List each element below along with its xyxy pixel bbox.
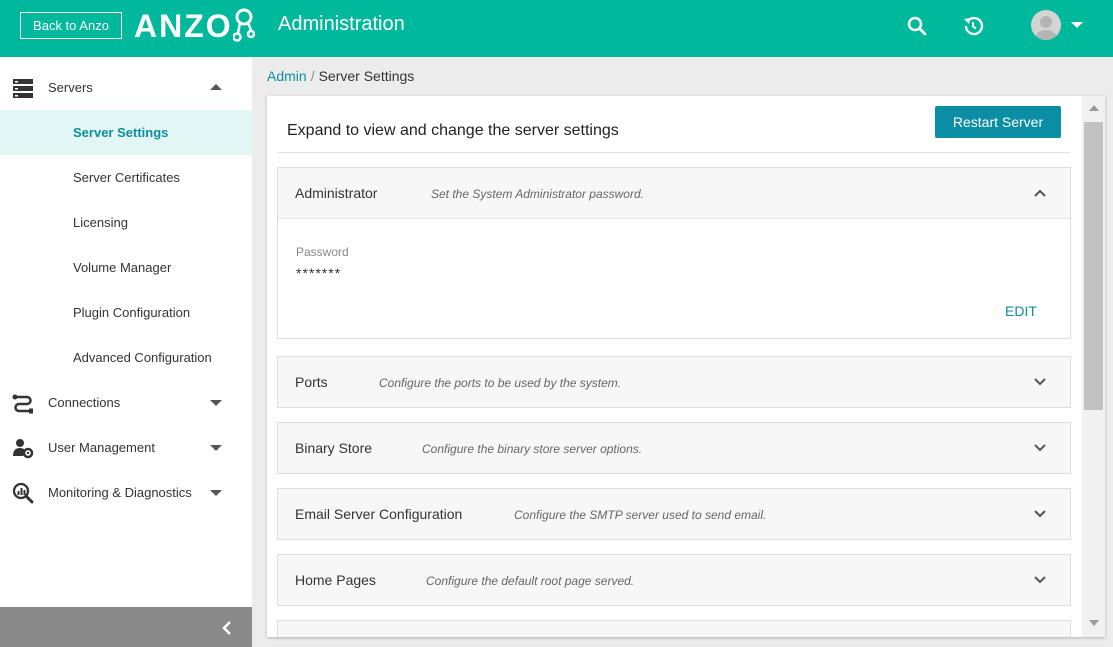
accordion-next-partial[interactable] (277, 620, 1071, 637)
sidebar-item-server-settings[interactable]: Server Settings (0, 110, 252, 155)
logo-molecule-icon (232, 8, 255, 42)
accordion-title: Email Server Configuration (295, 506, 463, 522)
accordion-description: Set the System Administrator password. (431, 187, 644, 201)
scroll-up-arrow-icon[interactable] (1089, 105, 1099, 111)
back-to-anzo-button[interactable]: Back to Anzo (20, 12, 122, 39)
sidebar-group-label: Servers (48, 80, 93, 95)
accordion-description: Configure the SMTP server used to send e… (514, 508, 767, 522)
accordion-title: Ports (295, 374, 328, 390)
accordion-header-email-server[interactable]: Email Server Configuration Configure the… (278, 489, 1070, 539)
scroll-down-arrow-icon[interactable] (1089, 620, 1099, 626)
accordion-home-pages: Home Pages Configure the default root pa… (277, 554, 1071, 606)
collapse-sidebar-button[interactable] (0, 607, 252, 647)
top-app-bar: Back to Anzo ANZO Administration (0, 0, 1113, 57)
accordion-description: Configure the default root page served. (426, 574, 635, 588)
accordion-header-ports[interactable]: Ports Configure the ports to be used by … (278, 357, 1070, 407)
breadcrumb-separator: / (310, 68, 315, 84)
divider (277, 152, 1070, 153)
accordion-administrator: Administrator Set the System Administrat… (277, 167, 1071, 339)
caret-up-icon (210, 84, 222, 90)
user-avatar[interactable] (1031, 10, 1061, 40)
breadcrumb-admin-link[interactable]: Admin (267, 68, 307, 84)
breadcrumb: Admin / Server Settings (267, 68, 414, 84)
chevron-left-icon (222, 621, 231, 635)
caret-down-icon (210, 490, 222, 496)
server-settings-panel: Expand to view and change the server set… (267, 96, 1105, 637)
connections-icon (12, 394, 33, 414)
user-avatar-icon (1035, 16, 1057, 40)
accordion-description: Configure the ports to be used by the sy… (379, 376, 622, 390)
accordion-email-server: Email Server Configuration Configure the… (277, 488, 1071, 540)
panel-scrollbar[interactable] (1082, 96, 1105, 637)
edit-password-button[interactable]: EDIT (1005, 303, 1037, 319)
chevron-down-icon (1034, 576, 1046, 584)
users-gear-icon (13, 439, 34, 459)
breadcrumb-current: Server Settings (318, 68, 415, 84)
page-heading: Expand to view and change the server set… (287, 122, 619, 139)
sidebar-group-connections[interactable]: Connections (0, 380, 252, 425)
sidebar-item-plugin-configuration[interactable]: Plugin Configuration (0, 290, 252, 335)
sidebar-item-licensing[interactable]: Licensing (0, 200, 252, 245)
chevron-down-icon (1034, 444, 1046, 452)
caret-down-icon (210, 400, 222, 406)
search-icon[interactable] (905, 14, 929, 38)
app-title: Administration (278, 13, 405, 35)
accordion-title: Home Pages (295, 572, 376, 588)
accordion-title: Binary Store (295, 440, 373, 456)
accordion-header-binary-store[interactable]: Binary Store Configure the binary store … (278, 423, 1070, 473)
sidebar-group-label: Connections (48, 395, 121, 410)
monitoring-icon (12, 482, 34, 504)
accordion-body-administrator: Password ******* EDIT (278, 218, 1070, 338)
password-label: Password (296, 245, 349, 259)
server-icon (13, 79, 33, 98)
accordion-header-home-pages[interactable]: Home Pages Configure the default root pa… (278, 555, 1070, 605)
caret-down-icon (210, 445, 222, 451)
sidebar-group-label: User Management (48, 440, 155, 455)
user-menu-caret-icon[interactable] (1071, 22, 1083, 28)
restart-server-button[interactable]: Restart Server (935, 106, 1061, 138)
accordion-ports: Ports Configure the ports to be used by … (277, 356, 1071, 408)
scrollbar-thumb[interactable] (1084, 122, 1103, 410)
accordion-description: Configure the binary store server option… (422, 442, 643, 456)
sidebar-item-volume-manager[interactable]: Volume Manager (0, 245, 252, 290)
accordion-title: Administrator (295, 185, 378, 201)
chevron-down-icon (1034, 510, 1046, 518)
sidebar-group-monitoring-diagnostics[interactable]: Monitoring & Diagnostics (0, 470, 252, 515)
sidebar: Servers Server Settings Server Certifica… (0, 57, 252, 647)
history-icon[interactable] (961, 14, 985, 38)
sidebar-item-advanced-configuration[interactable]: Advanced Configuration (0, 335, 252, 380)
password-value: ******* (296, 265, 342, 281)
sidebar-group-label: Monitoring & Diagnostics (48, 485, 192, 500)
chevron-down-icon (1034, 378, 1046, 386)
sidebar-group-user-management[interactable]: User Management (0, 425, 252, 470)
accordion-binary-store: Binary Store Configure the binary store … (277, 422, 1071, 474)
chevron-up-icon (1034, 189, 1046, 197)
sidebar-group-servers[interactable]: Servers (0, 65, 252, 110)
sidebar-item-server-certificates[interactable]: Server Certificates (0, 155, 252, 200)
anzo-logo: ANZO (134, 6, 255, 46)
accordion-header-administrator[interactable]: Administrator Set the System Administrat… (278, 168, 1070, 218)
